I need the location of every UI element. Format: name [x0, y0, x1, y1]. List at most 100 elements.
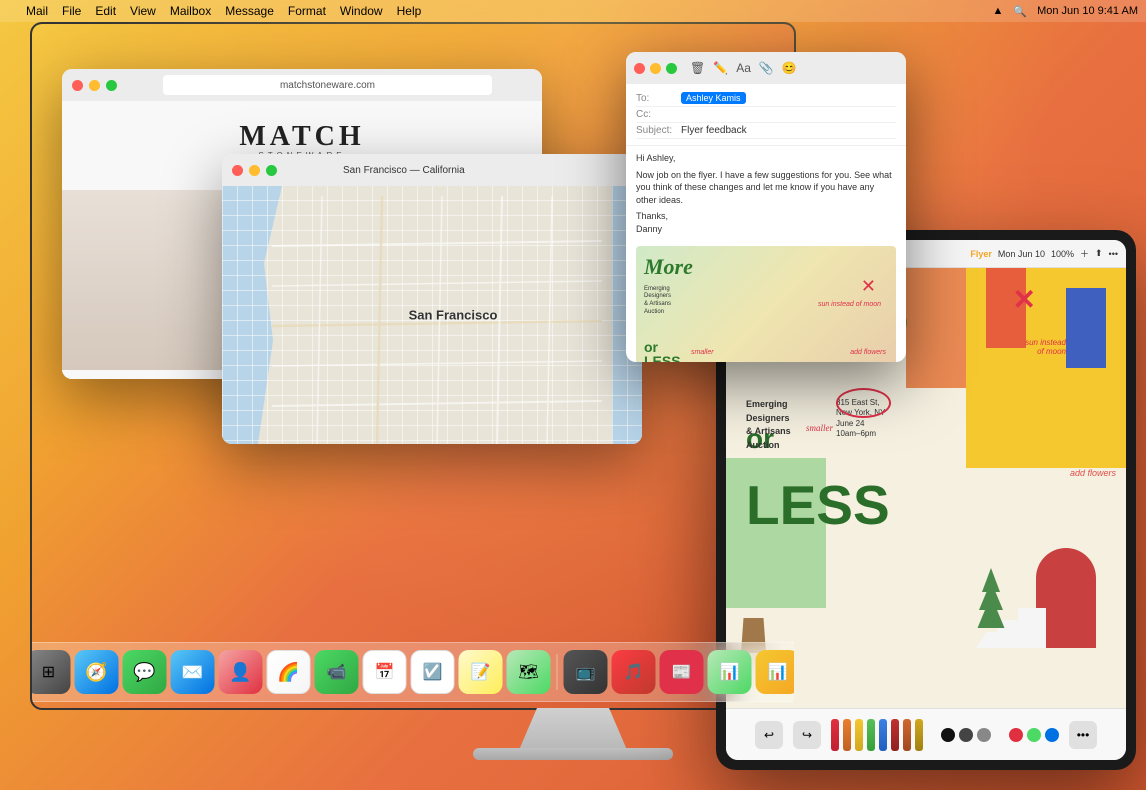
safari-titlebar: matchstoneware.com	[62, 69, 542, 101]
add-icon[interactable]: ＋	[1080, 247, 1089, 260]
flyer-line2: Designers	[644, 293, 671, 301]
dock-facetime[interactable]: 📹	[315, 650, 359, 694]
subject-label: Subject:	[636, 125, 681, 136]
color-gray[interactable]	[977, 728, 991, 742]
minimize-button[interactable]	[89, 80, 100, 91]
menubar: Mail File Edit View Mailbox Message Form…	[0, 0, 1146, 22]
menubar-message[interactable]: Message	[225, 4, 274, 18]
close-button[interactable]	[634, 63, 645, 74]
mail-titlebar: 🗑 ✏️ Aa 📎 😊	[626, 52, 906, 84]
color-blue[interactable]	[1045, 728, 1059, 742]
color-dark[interactable]	[959, 728, 973, 742]
ipad-battery: 100%	[1051, 249, 1074, 259]
color-black[interactable]	[941, 728, 955, 742]
dock-reminders[interactable]: ☑️	[411, 650, 455, 694]
menubar-app-name[interactable]: Mail	[26, 4, 48, 18]
wifi-icon: ▲	[993, 5, 1004, 17]
flyer-or-less: or LESS	[644, 340, 681, 362]
mail-cc-field: Cc:	[636, 107, 896, 123]
redo-button[interactable]: ↪	[793, 721, 821, 749]
url-bar[interactable]: matchstoneware.com	[163, 75, 492, 95]
menubar-file[interactable]: File	[62, 4, 81, 18]
maps-window[interactable]: San Francisco — California	[222, 154, 642, 444]
menubar-window[interactable]: Window	[340, 4, 383, 18]
share-icon[interactable]: ⬆	[1095, 248, 1103, 259]
mail-header: To: Ashley Kamis Cc: Subject: Flyer feed…	[626, 84, 906, 146]
x-mark-annotation: ✕	[1013, 283, 1036, 316]
city-label: San Francisco	[409, 308, 498, 323]
cc-label: Cc:	[636, 109, 681, 120]
color-green[interactable]	[1027, 728, 1041, 742]
maximize-button[interactable]	[266, 165, 277, 176]
undo-button[interactable]: ↩	[755, 721, 783, 749]
flyer-line1: Emerging	[644, 286, 671, 294]
datetime: Mon Jun 10 9:41 AM	[1037, 5, 1138, 17]
dock-launchpad[interactable]: ⊞	[32, 650, 71, 694]
emoji-icon[interactable]: 😊	[782, 61, 797, 75]
maps-titlebar: San Francisco — California	[222, 154, 642, 186]
dock-safari[interactable]: 🧭	[75, 650, 119, 694]
compose-icon[interactable]: ✏️	[713, 61, 728, 75]
pencil-dark-yellow[interactable]	[915, 719, 923, 751]
dock-news[interactable]: 📰	[660, 650, 704, 694]
ipad-date: Mon Jun 10	[998, 249, 1045, 259]
dock-mail[interactable]: ✉️	[171, 650, 215, 694]
close-button[interactable]	[232, 165, 243, 176]
dock-maps[interactable]: 🗺	[507, 650, 551, 694]
more-tools-button[interactable]: •••	[1069, 721, 1097, 749]
mail-subject-field: Subject: Flyer feedback	[636, 123, 896, 139]
dock-messages[interactable]: 💬	[123, 650, 167, 694]
flyer-line4: Auction	[644, 309, 671, 317]
more-icon[interactable]: •••	[1109, 249, 1118, 259]
menubar-help[interactable]: Help	[397, 4, 422, 18]
menubar-mailbox[interactable]: Mailbox	[170, 4, 211, 18]
dock: 🔍 ⊞ 🧭 💬 ✉️ 👤 🌈 📹 �	[32, 642, 794, 702]
search-icon[interactable]: 🔍	[1013, 5, 1027, 18]
flyer-details: Emerging Designers & Artisans Auction	[644, 286, 671, 317]
menubar-edit[interactable]: Edit	[95, 4, 116, 18]
maximize-button[interactable]	[666, 63, 677, 74]
color-red[interactable]	[1009, 728, 1023, 742]
ipad-drawing-toolbar: ↩ ↪	[726, 708, 1126, 760]
mail-sign-name: Danny	[636, 223, 896, 236]
color-palette	[941, 728, 991, 742]
attach-icon[interactable]: 📎	[759, 61, 774, 75]
plant-decoration	[976, 568, 1006, 628]
minimize-button[interactable]	[249, 165, 260, 176]
dock-keynote[interactable]: 📊	[756, 650, 795, 694]
dock-contacts[interactable]: 👤	[219, 650, 263, 694]
menubar-format[interactable]: Format	[288, 4, 326, 18]
mail-to-field: To: Ashley Kamis	[636, 90, 896, 107]
to-label: To:	[636, 93, 681, 104]
flyer-sun-annotation: sun instead of moon	[818, 301, 881, 308]
dock-tv[interactable]: 📺	[564, 650, 608, 694]
building-decoration	[1066, 288, 1106, 368]
pencil-dark-red[interactable]	[891, 719, 899, 751]
mail-body-text[interactable]: Hi Ashley, Now job on the flyer. I have …	[626, 146, 906, 242]
delete-icon[interactable]: 🗑	[690, 61, 705, 75]
mail-message: Now job on the flyer. I have a few sugge…	[636, 169, 896, 207]
dock-photos[interactable]: 🌈	[267, 650, 311, 694]
pencil-orange[interactable]	[843, 719, 851, 751]
flyer-doc-name[interactable]: Flyer	[970, 249, 992, 259]
pencil-dark-orange[interactable]	[903, 719, 911, 751]
maximize-button[interactable]	[106, 80, 117, 91]
menubar-view[interactable]: View	[130, 4, 156, 18]
dock-music[interactable]: 🎵	[612, 650, 656, 694]
mail-compose-window[interactable]: 🗑 ✏️ Aa 📎 😊 To: Ashley Kamis Cc: Subject…	[626, 52, 906, 362]
dock-notes[interactable]: 📝	[459, 650, 503, 694]
pencil-red[interactable]	[831, 719, 839, 751]
event-line4: Auction	[746, 439, 791, 453]
url-text: matchstoneware.com	[280, 80, 375, 91]
format-icon[interactable]: Aa	[736, 61, 751, 75]
pencil-blue[interactable]	[879, 719, 887, 751]
pencil-yellow[interactable]	[855, 719, 863, 751]
close-button[interactable]	[72, 80, 83, 91]
imac-base	[473, 748, 673, 760]
dock-numbers[interactable]: 📊	[708, 650, 752, 694]
flowers-annotation: add flowers	[1070, 468, 1116, 588]
pencil-green[interactable]	[867, 719, 875, 751]
dock-calendar[interactable]: 📅	[363, 650, 407, 694]
maps-content[interactable]: San Francisco	[222, 186, 642, 444]
minimize-button[interactable]	[650, 63, 661, 74]
